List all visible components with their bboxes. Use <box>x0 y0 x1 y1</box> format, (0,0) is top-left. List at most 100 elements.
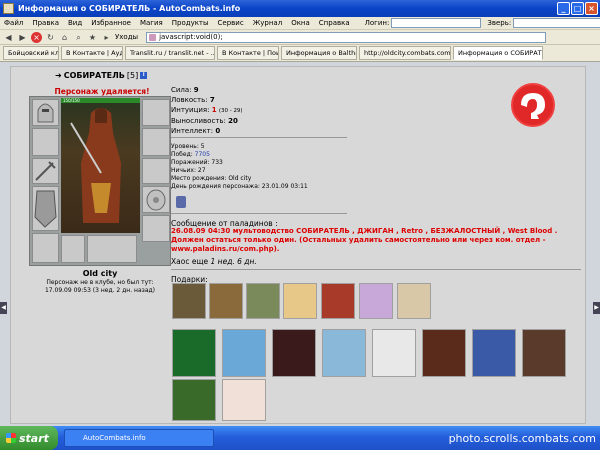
character-info: Уровень: 5 Побед: 7705 Поражений: 733 Ни… <box>171 143 308 191</box>
windows-logo-icon <box>6 433 16 443</box>
info-draws: Ничьих: 27 <box>171 167 206 174</box>
armor-slot[interactable] <box>32 186 59 231</box>
bracers-slot[interactable] <box>32 128 59 156</box>
character-name-line: ➜ СОБИРАТЕЛЬ [5] i <box>55 71 148 80</box>
earrings-slot[interactable] <box>142 99 170 126</box>
last-seen-label: Персонаж не в клубе, но был тут: <box>46 279 154 286</box>
shield-slot[interactable] <box>142 215 170 242</box>
browser-icon <box>3 3 14 14</box>
back-icon[interactable]: ◀ <box>3 32 14 43</box>
menu-journal[interactable]: Журнал <box>253 19 282 27</box>
stat-intuition: Интуиция: 1 (30 - 29) <box>171 106 243 114</box>
menu-view[interactable]: Вид <box>68 19 82 27</box>
tab-info-balthazar[interactable]: Информация о Balthazar <box>281 46 357 60</box>
right-scroll-arrow[interactable]: ▶ <box>593 302 600 314</box>
last-seen-time: 17.09.09 09:53 (3 нед. 2 дн. назад) <box>44 287 156 294</box>
necklace-slot[interactable] <box>142 128 170 156</box>
legs-slot[interactable] <box>87 235 137 263</box>
gift-item[interactable] <box>359 283 393 319</box>
left-scroll-arrow[interactable]: ◀ <box>0 302 7 314</box>
tab-info-sobiratel[interactable]: Информация о СОБИРАТЕЛЬ <box>453 46 543 60</box>
gift-card[interactable] <box>172 329 216 377</box>
menu-service[interactable]: Сервис <box>218 19 244 27</box>
page-content: ◀ ▶ ➜ СОБИРАТЕЛЬ [5] i Персонаж удаляетс… <box>0 62 600 426</box>
city-name: Old city <box>82 269 118 278</box>
address-bar[interactable]: javascript:void(0); <box>146 31 547 43</box>
character-name: СОБИРАТЕЛЬ <box>63 71 125 80</box>
divider <box>171 213 347 214</box>
gift-card[interactable] <box>172 379 216 421</box>
tab-translit[interactable]: Translit.ru / translit.net - ... <box>125 46 215 60</box>
gift-card[interactable] <box>222 329 266 377</box>
info-birthplace: Место рождения: Old city <box>171 175 252 182</box>
window-titlebar: Информация о СОБИРАТЕЛЬ - AutoCombats.in… <box>0 0 600 17</box>
stats-block: Сила: 9 Ловкость: 7 Интуиция: 1 (30 - 29… <box>171 85 243 136</box>
character-info-page: ➜ СОБИРАТЕЛЬ [5] i Персонаж удаляется! 1… <box>10 66 586 424</box>
character-doll: 150/150 <box>29 96 171 266</box>
info-losses: Поражений: 733 <box>171 159 223 166</box>
last-seen: Персонаж не в клубе, но был тут: 17.09.0… <box>29 279 171 295</box>
clan-emblem-icon <box>511 83 555 127</box>
gift-card[interactable] <box>472 329 516 377</box>
info-level: Уровень: 5 <box>171 143 205 150</box>
gift-card[interactable] <box>422 329 466 377</box>
maximize-button[interactable]: □ <box>571 2 584 15</box>
chaos-status: Хаос еще 1 нед. 6 дн. <box>171 257 257 266</box>
gift-card[interactable] <box>222 379 266 421</box>
favorites-icon[interactable]: ★ <box>87 32 98 43</box>
boots-slot[interactable] <box>32 233 59 263</box>
gift-item[interactable] <box>172 283 206 319</box>
weapon-slot[interactable] <box>32 158 59 184</box>
menu-bar: Файл Правка Вид Избранное Магия Продукты… <box>0 17 600 30</box>
login-field[interactable] <box>391 18 482 28</box>
beast-label: Зверь: <box>487 19 512 27</box>
badge-icon <box>176 196 186 208</box>
ring-slot[interactable] <box>142 158 170 184</box>
stat-intellect: Интеллект: 0 <box>171 127 221 135</box>
character-portrait: 150/150 <box>61 98 140 233</box>
menu-windows[interactable]: Окна <box>291 19 310 27</box>
minimize-button[interactable]: _ <box>557 2 570 15</box>
gloves-slot[interactable] <box>142 186 170 213</box>
gift-item[interactable] <box>397 283 431 319</box>
refresh-icon[interactable]: ↻ <box>45 32 56 43</box>
menu-favorites[interactable]: Избранное <box>91 19 131 27</box>
menu-help[interactable]: Справка <box>319 19 350 27</box>
navigation-bar: ◀ ▶ × ↻ ⌂ ⌕ ★ ▸ Уходы javascript:void(0)… <box>0 30 600 45</box>
close-button[interactable]: × <box>585 2 598 15</box>
beast-field[interactable] <box>513 18 600 28</box>
forward-icon[interactable]: ▶ <box>17 32 28 43</box>
gift-card[interactable] <box>322 329 366 377</box>
stat-endurance: Выносливость: 20 <box>171 117 238 125</box>
gift-item[interactable] <box>209 283 243 319</box>
paladin-message: 26.08.09 04:30 мультоводство СОБИРАТЕЛЬ … <box>171 227 558 253</box>
stop-icon[interactable]: × <box>31 31 42 43</box>
search-icon[interactable]: ⌕ <box>73 32 84 43</box>
gift-item[interactable] <box>283 283 317 319</box>
tab-oldcity[interactable]: http://oldcity.combats.com/lo... <box>359 46 451 60</box>
gift-item[interactable] <box>321 283 355 319</box>
menu-products[interactable]: Продукты <box>172 19 209 27</box>
login-label: Логин: <box>364 19 390 27</box>
belt-slot[interactable] <box>61 235 85 263</box>
menu-magic[interactable]: Магия <box>140 19 163 27</box>
home-icon[interactable]: ⌂ <box>59 32 70 43</box>
gift-card[interactable] <box>272 329 316 377</box>
menu-file[interactable]: Файл <box>4 19 23 27</box>
gift-item[interactable] <box>246 283 280 319</box>
tab-combats-club[interactable]: Бойцовский клуб <box>3 46 59 60</box>
go-icon[interactable]: ▸ <box>101 32 112 43</box>
stat-strength: Сила: 9 <box>171 86 199 94</box>
gift-card[interactable] <box>372 329 416 377</box>
character-level: [5] <box>126 71 139 80</box>
removal-notice: Персонаж удаляется! <box>54 87 150 96</box>
info-icon[interactable]: i <box>140 72 148 79</box>
gift-card[interactable] <box>522 329 566 377</box>
go-label[interactable]: Уходы <box>115 33 138 41</box>
start-button[interactable]: start <box>0 426 58 450</box>
helmet-slot[interactable] <box>32 99 59 126</box>
menu-edit[interactable]: Правка <box>32 19 59 27</box>
tab-vkontakte-audio[interactable]: В Контакте | Аудио <box>61 46 123 60</box>
tab-vkontakte-search[interactable]: В Контакте | Поиск <box>217 46 279 60</box>
taskbar-item-autocombats[interactable]: AutoCombats.info <box>64 429 214 447</box>
